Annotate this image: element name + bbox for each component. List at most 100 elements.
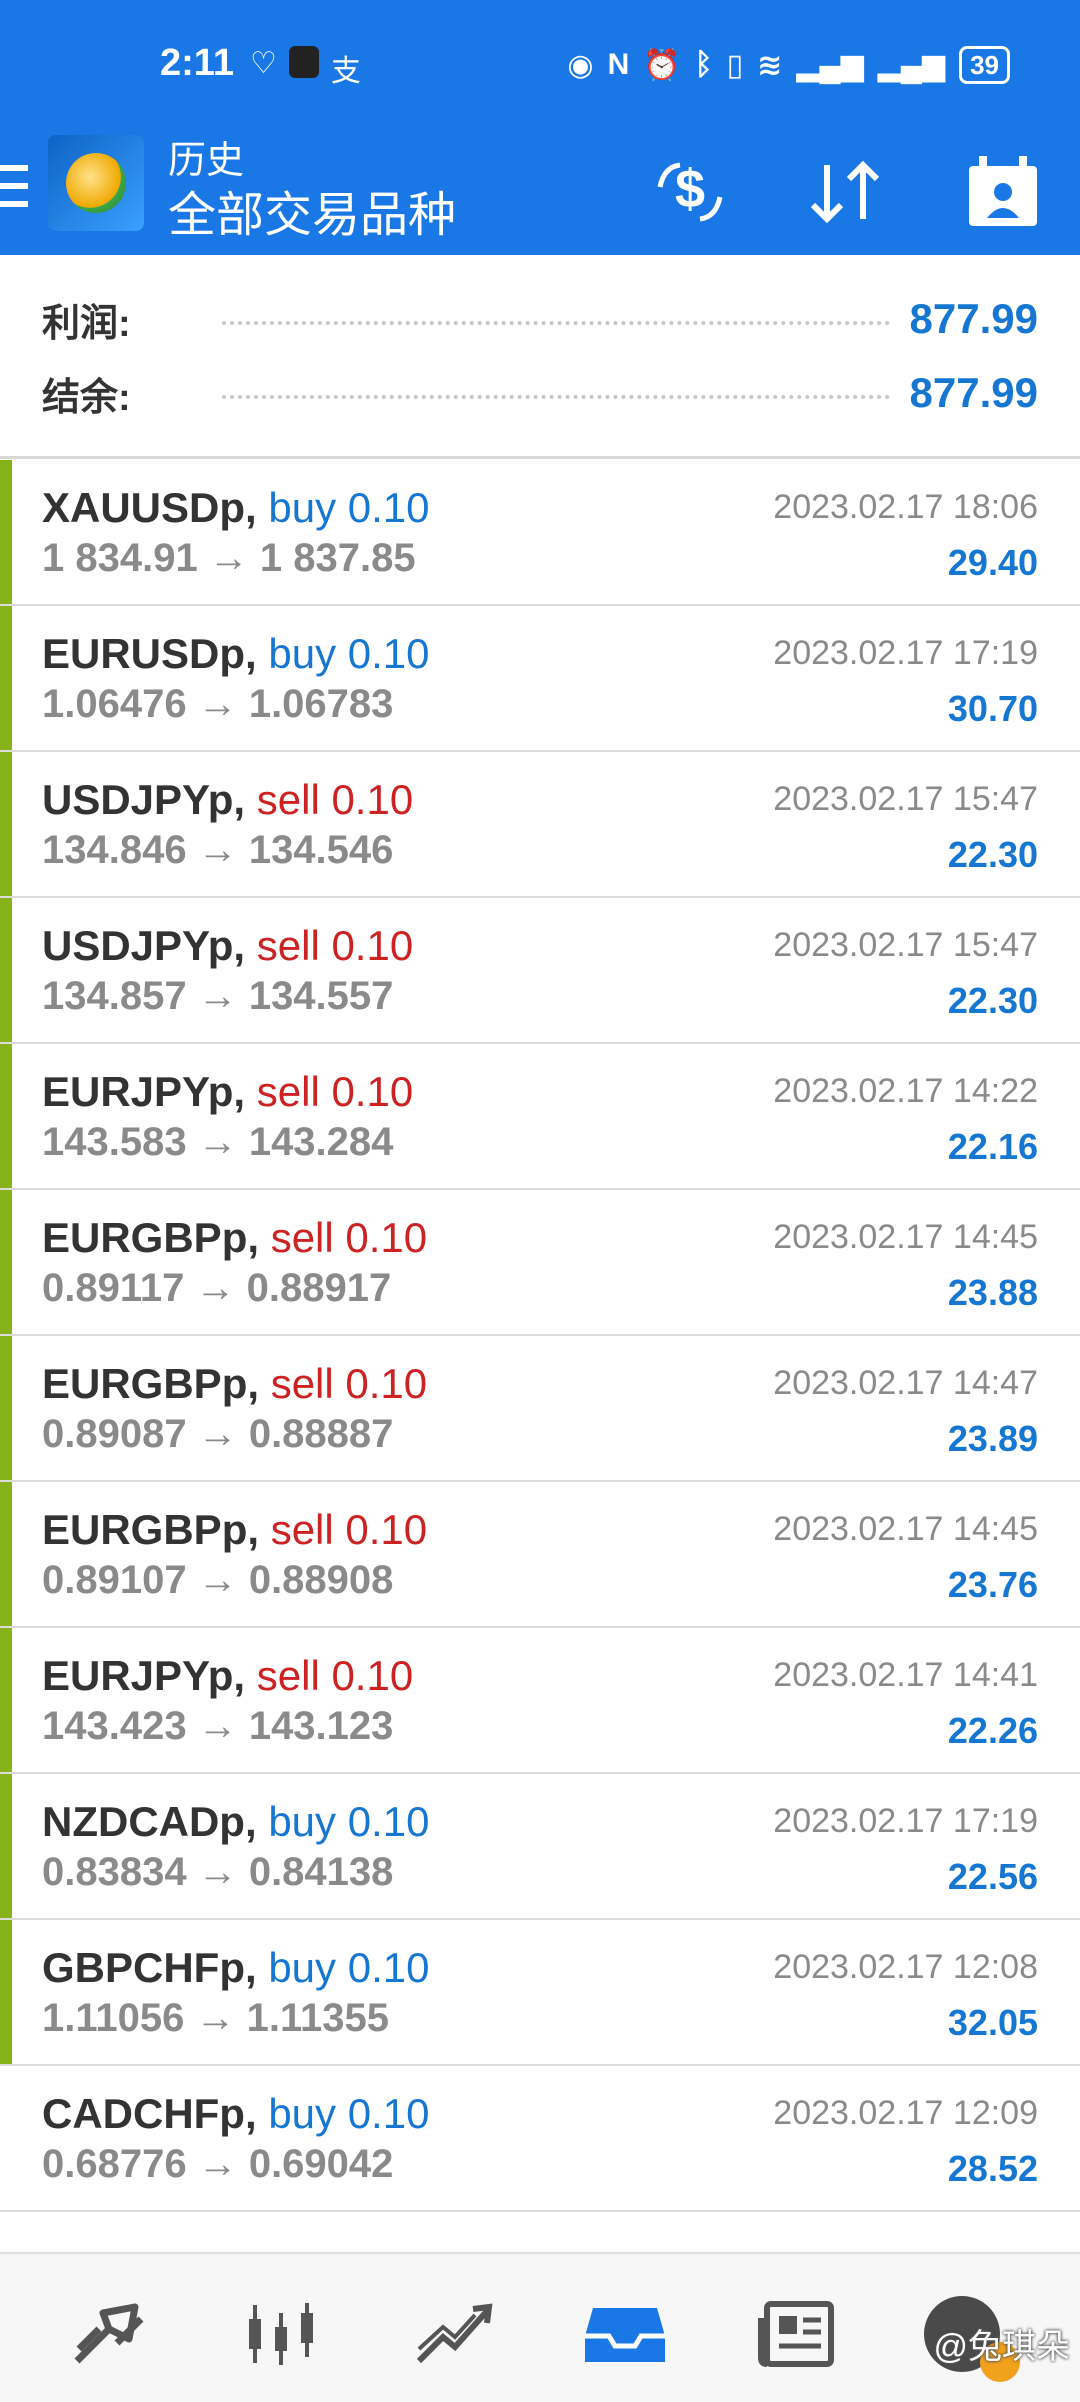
trade-history-list: XAUUSDp, buy 0.10 1 834.91 → 1 837.85 20…	[0, 460, 1080, 2212]
trade-profit: 22.26	[947, 1710, 1038, 1751]
trade-symbol: EURGBPp,	[42, 1360, 260, 1407]
trade-symbol: EURUSDp,	[42, 630, 257, 677]
trade-prices: 1.06476 → 1.06783	[42, 682, 394, 726]
trade-row[interactable]: XAUUSDp, buy 0.10 1 834.91 → 1 837.85 20…	[0, 460, 1080, 606]
trade-datetime: 2023.02.17 15:47	[773, 780, 1038, 818]
trade-row-indicator	[0, 1482, 12, 1626]
nav-history[interactable]	[580, 2294, 670, 2374]
trade-symbol: USDJPYp,	[42, 922, 246, 969]
nfc-icon: N	[607, 48, 630, 81]
trade-prices: 0.89117 → 0.88917	[42, 1266, 392, 1310]
trade-side: buy 0.10	[268, 1944, 430, 1991]
trade-row-indicator	[0, 1628, 12, 1772]
calendar-period-button[interactable]	[958, 147, 1048, 237]
nav-news[interactable]	[752, 2294, 842, 2374]
dotted-leader	[222, 321, 890, 325]
trade-row[interactable]: EURGBPp, sell 0.10 0.89117 → 0.88917 202…	[0, 1190, 1080, 1336]
trade-symbol: EURGBPp,	[42, 1506, 260, 1553]
trade-datetime: 2023.02.17 12:08	[773, 1948, 1038, 1986]
heart-check-icon: ♡	[250, 47, 277, 80]
menu-icon[interactable]	[0, 155, 30, 235]
svg-text:$: $	[675, 159, 705, 219]
trade-datetime: 2023.02.17 14:45	[773, 1218, 1038, 1256]
trade-prices: 143.583 → 143.284	[42, 1120, 394, 1164]
profit-value: 877.99	[909, 295, 1038, 342]
balance-label: 结余:	[42, 376, 131, 419]
trade-row[interactable]: EURJPYp, sell 0.10 143.583 → 143.284 202…	[0, 1044, 1080, 1190]
trade-symbol: EURJPYp,	[42, 1068, 246, 1115]
trade-prices: 1.11056 → 1.11355	[42, 1996, 389, 2040]
bottom-navigation: @兔琪朵	[0, 2252, 1080, 2402]
signal-4g-icon: ▂▄▆	[796, 48, 864, 82]
summary-panel: 利润: 877.99 结余: 877.99	[0, 255, 1080, 457]
trade-datetime: 2023.02.17 17:19	[773, 634, 1038, 672]
trade-profit: 30.70	[947, 688, 1038, 729]
trade-row[interactable]: USDJPYp, sell 0.10 134.857 → 134.557 202…	[0, 898, 1080, 1044]
trade-symbol: CADCHFp,	[42, 2090, 257, 2137]
trade-row[interactable]: EURGBPp, sell 0.10 0.89087 → 0.88887 202…	[0, 1336, 1080, 1482]
trade-datetime: 2023.02.17 14:47	[773, 1364, 1038, 1402]
symbol-filter-title[interactable]: 全部交易品种	[168, 175, 456, 245]
history-icon	[585, 2308, 665, 2362]
trade-row[interactable]: EURGBPp, sell 0.10 0.89107 → 0.88908 202…	[0, 1482, 1080, 1628]
trade-profit: 22.16	[947, 1126, 1038, 1167]
trade-profit: 22.30	[947, 980, 1038, 1021]
trade-datetime: 2023.02.17 17:19	[773, 1802, 1038, 1840]
trade-side: sell 0.10	[270, 1360, 428, 1407]
trade-row-indicator	[0, 1190, 12, 1334]
chart-icon	[249, 2303, 313, 2365]
trade-row-indicator	[0, 1336, 12, 1480]
trade-row[interactable]: EURUSDp, buy 0.10 1.06476 → 1.06783 2023…	[0, 606, 1080, 752]
trade-prices: 0.68776 → 0.69042	[42, 2142, 394, 2186]
watermark-text: @兔琪朵	[933, 2328, 1070, 2366]
trade-prices: 143.423 → 143.123	[42, 1704, 394, 1748]
trade-row[interactable]: GBPCHFp, buy 0.10 1.11056 → 1.11355 2023…	[0, 1920, 1080, 2066]
trade-icon	[416, 2303, 493, 2364]
sort-button[interactable]	[800, 147, 890, 237]
wifi-icon: ≋	[757, 48, 783, 82]
trade-row[interactable]: CADCHFp, buy 0.10 0.68776 → 0.69042 2023…	[0, 2066, 1080, 2212]
balance-row: 结余: 877.99	[42, 363, 1038, 423]
deposit-withdraw-button[interactable]: $	[645, 147, 735, 237]
nav-quotes[interactable]	[64, 2294, 154, 2374]
trade-datetime: 2023.02.17 14:45	[773, 1510, 1038, 1548]
nav-chart[interactable]	[236, 2294, 326, 2374]
trade-datetime: 2023.02.17 14:41	[773, 1656, 1038, 1694]
trade-side: buy 0.10	[268, 630, 430, 677]
dotted-leader	[222, 395, 890, 399]
trade-profit: 32.05	[947, 2002, 1038, 2043]
status-left-icons: ♡ 支	[250, 46, 361, 90]
currency-exchange-icon: $	[657, 159, 723, 222]
trade-row-indicator	[0, 752, 12, 896]
battery-indicator: 39	[959, 46, 1010, 84]
trade-row[interactable]: EURJPYp, sell 0.10 143.423 → 143.123 202…	[0, 1628, 1080, 1774]
nav-trade[interactable]	[408, 2294, 498, 2374]
vibrate-icon: ▯	[726, 48, 744, 82]
metatrader-logo	[48, 135, 144, 231]
trade-row[interactable]: NZDCADp, buy 0.10 0.83834 → 0.84138 2023…	[0, 1774, 1080, 1920]
trade-side: buy 0.10	[268, 2090, 430, 2137]
eye-icon: ◉	[567, 48, 594, 82]
trade-profit: 28.52	[947, 2148, 1038, 2189]
news-icon	[758, 2301, 834, 2367]
profit-row: 利润: 877.99	[42, 289, 1038, 349]
trade-side: sell 0.10	[256, 922, 414, 969]
trade-datetime: 2023.02.17 12:09	[773, 2094, 1038, 2132]
calendar-user-icon	[969, 156, 1037, 226]
trade-profit: 22.56	[947, 1856, 1038, 1897]
trade-datetime: 2023.02.17 15:47	[773, 926, 1038, 964]
trade-prices: 0.89087 → 0.88887	[42, 1412, 394, 1456]
trade-datetime: 2023.02.17 14:22	[773, 1072, 1038, 1110]
trade-profit: 23.89	[947, 1418, 1038, 1459]
trade-symbol: USDJPYp,	[42, 776, 246, 823]
trade-side: buy 0.10	[268, 1798, 430, 1845]
trade-profit: 29.40	[947, 542, 1038, 583]
trade-symbol: NZDCADp,	[42, 1798, 257, 1845]
trade-row-indicator	[0, 460, 12, 604]
trade-symbol: XAUUSDp,	[42, 484, 257, 531]
trade-row-indicator	[0, 1774, 12, 1918]
trade-row[interactable]: USDJPYp, sell 0.10 134.846 → 134.546 202…	[0, 752, 1080, 898]
trade-side: sell 0.10	[270, 1214, 428, 1261]
profit-label: 利润:	[42, 302, 131, 345]
quotes-icon	[74, 2303, 144, 2364]
